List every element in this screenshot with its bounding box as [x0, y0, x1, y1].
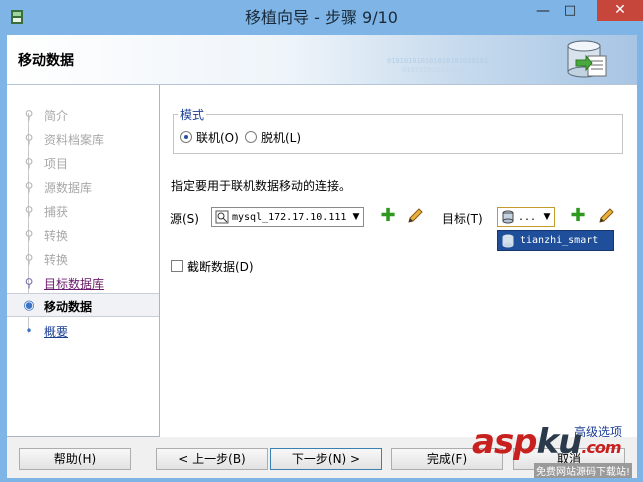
- next-button[interactable]: 下一步(N) >: [270, 448, 382, 470]
- watermark-text: asp: [472, 422, 538, 462]
- nav-step-label: 源数据库: [44, 181, 93, 195]
- chevron-down-icon: ▼: [352, 212, 360, 222]
- nav-step-label: 目标数据库: [44, 277, 105, 291]
- wizard-header: 移动数据 010101010101010101010101 0101010101…: [7, 35, 637, 85]
- minimize-button[interactable]: —: [530, 1, 556, 21]
- title-bar: 移植向导 - 步骤 9/10 — □ ✕: [0, 0, 643, 35]
- database-icon: [502, 210, 514, 224]
- step-disabled-icon: ⚲: [24, 180, 34, 194]
- nav-step-label: 简介: [44, 109, 69, 123]
- watermark-subtitle: 免费网站源码下载站!: [534, 463, 633, 478]
- nav-step-label: 概要: [44, 325, 69, 339]
- nav-step-translate: ⚲ 转换: [7, 247, 159, 271]
- watermark-text: ku: [536, 422, 583, 462]
- help-button[interactable]: 帮助(H): [19, 448, 131, 470]
- nav-step-move-data: ◉ 移动数据: [7, 293, 159, 317]
- nav-step-source-db: ⚲ 源数据库: [7, 175, 159, 199]
- offline-radio-label: 脱机(L): [261, 130, 302, 145]
- radio-unselected-icon: [245, 131, 257, 143]
- watermark-text: .com: [581, 438, 621, 457]
- add-source-connection-button[interactable]: ✚: [379, 207, 397, 225]
- add-target-connection-button[interactable]: ✚: [569, 207, 587, 225]
- database-migrate-icon: [567, 40, 607, 78]
- wizard-steps-nav: ⚲ 简介 ⚲ 资料档案库 ⚲ 项目 ⚲ 源数据库 ⚲ 捕获 ⚲ 转换 ⚲ 转换 …: [7, 85, 160, 437]
- step-title: 移动数据: [18, 53, 74, 69]
- mode-group: [173, 114, 623, 154]
- step-current-icon: ◉: [23, 298, 35, 313]
- target-label: 目标(T): [442, 212, 483, 226]
- nav-step-summary[interactable]: • 概要: [7, 319, 159, 343]
- nav-step-label: 转换: [44, 253, 69, 267]
- source-connection-value: mysql_172.17.10.111: [232, 211, 347, 223]
- step-disabled-icon: ⚲: [24, 156, 34, 170]
- step-disabled-icon: ⚲: [24, 252, 34, 266]
- nav-step-repository: ⚲ 资料档案库: [7, 127, 159, 151]
- nav-step-label: 资料档案库: [44, 133, 105, 147]
- online-radio[interactable]: 联机(O): [180, 129, 239, 145]
- binary-decoration: 010101010101010101010101: [387, 57, 489, 65]
- online-radio-label: 联机(O): [196, 130, 239, 145]
- close-button[interactable]: ✕: [597, 0, 643, 21]
- nav-step-capture: ⚲ 捕获: [7, 199, 159, 223]
- dropdown-option-label: tianzhi_smart: [520, 235, 599, 246]
- window-frame-right: [637, 35, 643, 482]
- connection-description: 指定要用于联机数据移动的连接。: [171, 179, 352, 193]
- nav-step-label: 项目: [44, 157, 69, 171]
- source-connection-select[interactable]: mysql_172.17.10.111 ▼: [211, 207, 364, 227]
- window-frame-left: [0, 35, 7, 482]
- offline-radio[interactable]: 脱机(L): [245, 129, 301, 145]
- target-connection-select[interactable]: ... ▼: [497, 207, 555, 227]
- window-frame-bottom: [0, 478, 643, 482]
- edit-target-connection-button[interactable]: [597, 207, 615, 225]
- source-label: 源(S): [170, 212, 199, 226]
- nav-step-convert: ⚲ 转换: [7, 223, 159, 247]
- binary-decoration: 0101010101010101: [402, 66, 470, 74]
- nav-step-label: 移动数据: [44, 300, 93, 314]
- maximize-button[interactable]: □: [557, 1, 583, 21]
- nav-step-label: 捕获: [44, 205, 69, 219]
- mode-legend: 模式: [178, 106, 207, 123]
- radio-selected-icon: [180, 131, 192, 143]
- chevron-down-icon: ▼: [543, 212, 551, 222]
- nav-step-target-db[interactable]: ⚲ 目标数据库: [7, 271, 159, 295]
- back-button[interactable]: < 上一步(B): [156, 448, 268, 470]
- connection-icon: [215, 210, 229, 224]
- nav-step-project: ⚲ 项目: [7, 151, 159, 175]
- step-disabled-icon: ⚲: [24, 204, 34, 218]
- step-disabled-icon: ⚲: [24, 132, 34, 146]
- truncate-data-label: 截断数据(D): [187, 259, 254, 274]
- step-content: 模式 联机(O) 脱机(L) 指定要用于联机数据移动的连接。 源(S) mysq…: [160, 85, 637, 439]
- step-next-icon: •: [25, 324, 33, 338]
- target-dropdown-option[interactable]: tianzhi_smart: [497, 230, 614, 251]
- step-disabled-icon: ⚲: [24, 228, 34, 242]
- truncate-data-checkbox[interactable]: 截断数据(D): [171, 258, 254, 274]
- edit-source-connection-button[interactable]: [406, 207, 424, 225]
- nav-step-intro: ⚲ 简介: [7, 103, 159, 127]
- site-watermark: aspku.com: [472, 422, 622, 462]
- step-disabled-icon: ⚲: [24, 108, 34, 122]
- nav-step-label: 转换: [44, 229, 69, 243]
- target-connection-value: ...: [518, 211, 537, 223]
- checkbox-unchecked-icon: [171, 260, 183, 272]
- step-done-icon: ⚲: [24, 276, 34, 290]
- database-icon: [502, 234, 514, 247]
